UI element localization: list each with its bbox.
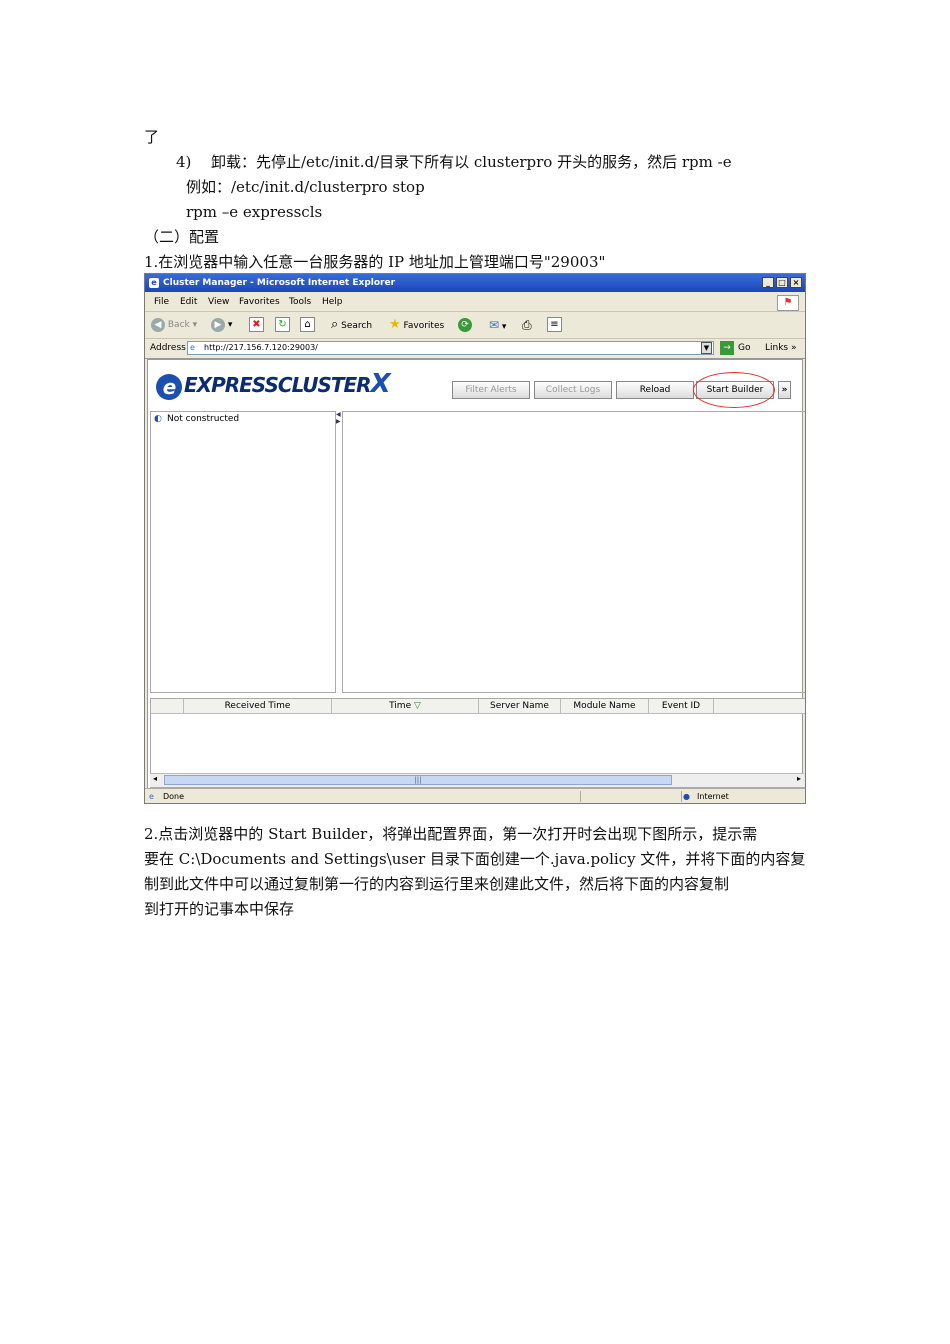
step4-text: 卸载：先停止/etc/init.d/目录下所有以 clusterpro 开头的服… <box>211 153 732 171</box>
menu-favorites[interactable]: Favorites <box>239 297 280 307</box>
menu-help[interactable]: Help <box>322 297 343 307</box>
menu-bar: File Edit View Favorites Tools Help <box>145 293 805 312</box>
collect-logs-button[interactable]: Collect Logs <box>534 381 612 399</box>
step4-number: 4) <box>176 153 192 171</box>
go-button[interactable]: Go <box>738 343 750 353</box>
para2-line1: 2.点击浏览器中的 Start Builder，将弹出配置界面，第一次打开时会出… <box>144 825 758 843</box>
forward-arrow-icon: ▶ <box>211 317 225 332</box>
highlight-circle <box>693 372 775 408</box>
search-button[interactable]: ⌕ Search <box>331 317 372 333</box>
browser-screenshot: e Cluster Manager - Microsoft Internet E… <box>144 273 806 804</box>
stop-icon: ✖ <box>249 317 264 332</box>
toolbar: ◀ Back ▾ ▶ ▾ ✖ ↻ ⌂ ⌕ Search ★ Favorites … <box>145 312 805 339</box>
close-button[interactable]: × <box>790 277 802 288</box>
menu-view[interactable]: View <box>208 297 229 307</box>
globe-icon: ● <box>683 792 690 801</box>
menu-file[interactable]: File <box>154 297 169 307</box>
scroll-thumb[interactable]: ||| <box>164 775 672 785</box>
logo-e-icon: e <box>156 373 182 400</box>
menu-tools[interactable]: Tools <box>289 297 311 307</box>
print-icon: ⎙ <box>522 318 532 332</box>
maximize-button[interactable]: □ <box>776 277 788 288</box>
column-received-time[interactable]: Received Time <box>184 699 332 714</box>
rpm-command: rpm –e expresscls <box>186 203 323 221</box>
links-button[interactable]: Links » <box>765 343 797 353</box>
address-label: Address <box>150 343 186 353</box>
para2-line4: 到打开的记事本中保存 <box>144 900 295 918</box>
sort-desc-icon: ▽ <box>413 701 421 711</box>
expresscluster-logo: e EXPRESSCLUSTERX <box>156 369 391 400</box>
home-button[interactable]: ⌂ <box>300 317 315 333</box>
more-button[interactable]: » <box>778 381 791 399</box>
tree-pane: ◐ Not constructed <box>150 411 336 693</box>
page-content: e EXPRESSCLUSTERX Filter Alerts Collect L… <box>147 359 805 789</box>
forward-button[interactable]: ▶ ▾ <box>211 317 232 333</box>
search-icon: ⌕ <box>331 317 339 332</box>
para2-line2: 要在 C:\Documents and Settings\user 目录下面创建… <box>144 850 806 868</box>
minimize-button[interactable]: _ <box>762 277 774 288</box>
step1-text: 1.在浏览器中输入任意一台服务器的 IP 地址加上管理端口号"29003" <box>144 253 606 271</box>
history-icon: ⟳ <box>458 317 472 332</box>
zone-text: Internet <box>697 792 729 801</box>
filter-alerts-button[interactable]: Filter Alerts <box>452 381 530 399</box>
para2-line3: 制到此文件中可以通过复制第一行的内容到运行里来创建此文件，然后将下面的内容复制 <box>144 875 730 893</box>
tree-status[interactable]: Not constructed <box>167 414 239 424</box>
status-text: Done <box>163 792 185 801</box>
ie-icon: e <box>149 278 159 288</box>
back-arrow-icon: ◀ <box>151 317 165 332</box>
menu-edit[interactable]: Edit <box>180 297 197 307</box>
windows-flag-icon: ⚑ <box>777 295 799 311</box>
refresh-button[interactable]: ↻ <box>275 317 290 333</box>
reload-button[interactable]: Reload <box>616 381 694 399</box>
page-icon: e <box>190 343 195 352</box>
address-input[interactable]: e http://217.156.7.120:29003/ <box>187 341 714 355</box>
back-button[interactable]: ◀ Back ▾ <box>151 317 197 333</box>
cluster-icon: ◐ <box>154 414 162 424</box>
title-bar: e Cluster Manager - Microsoft Internet E… <box>145 274 805 292</box>
window-title: Cluster Manager - Microsoft Internet Exp… <box>163 278 396 288</box>
star-icon: ★ <box>389 317 401 332</box>
refresh-icon: ↻ <box>275 317 290 332</box>
horizontal-scrollbar[interactable]: ◂ ||| ▸ <box>150 773 804 787</box>
edit-button[interactable]: ≡ <box>547 317 562 333</box>
edit-icon: ≡ <box>547 317 562 332</box>
favorites-button[interactable]: ★ Favorites <box>389 317 444 333</box>
status-bar: e Done ● Internet <box>145 788 805 803</box>
mail-icon: ✉ <box>489 318 500 332</box>
text-liao: 了 <box>144 128 160 146</box>
status-divider <box>580 791 682 802</box>
column-event-id[interactable]: Event ID <box>649 699 714 714</box>
section-heading: （二）配置 <box>144 228 220 246</box>
done-page-icon: e <box>149 792 154 801</box>
print-button[interactable]: ⎙ <box>522 317 532 333</box>
row-header-column <box>151 699 184 714</box>
address-dropdown[interactable]: ▼ <box>701 342 712 354</box>
example-line: 例如：/etc/init.d/clusterpro stop <box>186 178 425 196</box>
column-server-name[interactable]: Server Name <box>479 699 561 714</box>
history-button[interactable]: ⟳ <box>458 317 472 333</box>
main-pane <box>342 411 805 693</box>
mail-button[interactable]: ✉ ▾ <box>489 317 506 333</box>
address-bar: Address e http://217.156.7.120:29003/ ▼ … <box>145 339 805 359</box>
home-icon: ⌂ <box>300 317 315 332</box>
scroll-right-icon[interactable]: ▸ <box>797 774 801 783</box>
scroll-left-icon[interactable]: ◂ <box>153 774 157 783</box>
column-spacer <box>714 699 805 714</box>
go-arrow-icon[interactable]: → <box>720 341 734 355</box>
stop-button[interactable]: ✖ <box>249 317 264 333</box>
column-time[interactable]: Time ▽ <box>332 699 479 714</box>
column-module-name[interactable]: Module Name <box>561 699 649 714</box>
